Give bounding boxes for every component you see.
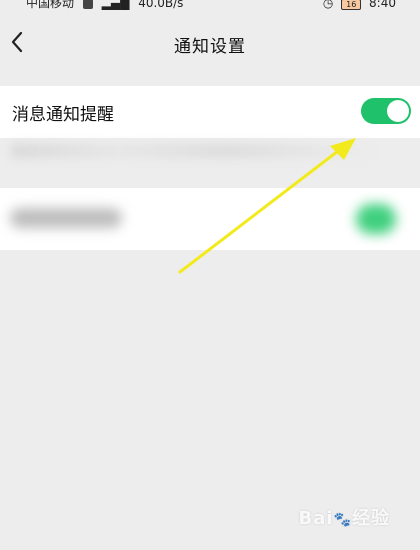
nav-header: 通知设置 [0,20,420,66]
clock: 8:40 [369,0,396,10]
battery-icon: 16 [341,0,362,10]
message-notification-row: 消息通知提醒 [0,86,420,138]
blurred-label [10,208,122,228]
signal-icon: ▂▄▆ [101,0,130,10]
page-title: 通知设置 [174,37,246,57]
carrier-label: 中国移动 [26,0,75,10]
status-bar: 中国移动 ▂▄▆ 40.0B/s ◷ 16 8:40 [0,0,420,12]
alarm-icon: ◷ [322,0,334,10]
watermark-logo: Bai🐾经验 [298,508,390,529]
hd-icon [82,0,93,9]
blurred-setting-row [0,188,420,250]
message-notification-toggle[interactable] [361,98,411,124]
blurred-description [10,144,370,158]
message-notification-label: 消息通知提醒 [12,105,114,125]
annotation-arrow-icon [178,138,356,274]
toggle-knob [387,100,409,122]
blurred-region [0,138,420,268]
network-speed: 40.0B/s [138,0,184,10]
blurred-toggle [356,204,396,234]
